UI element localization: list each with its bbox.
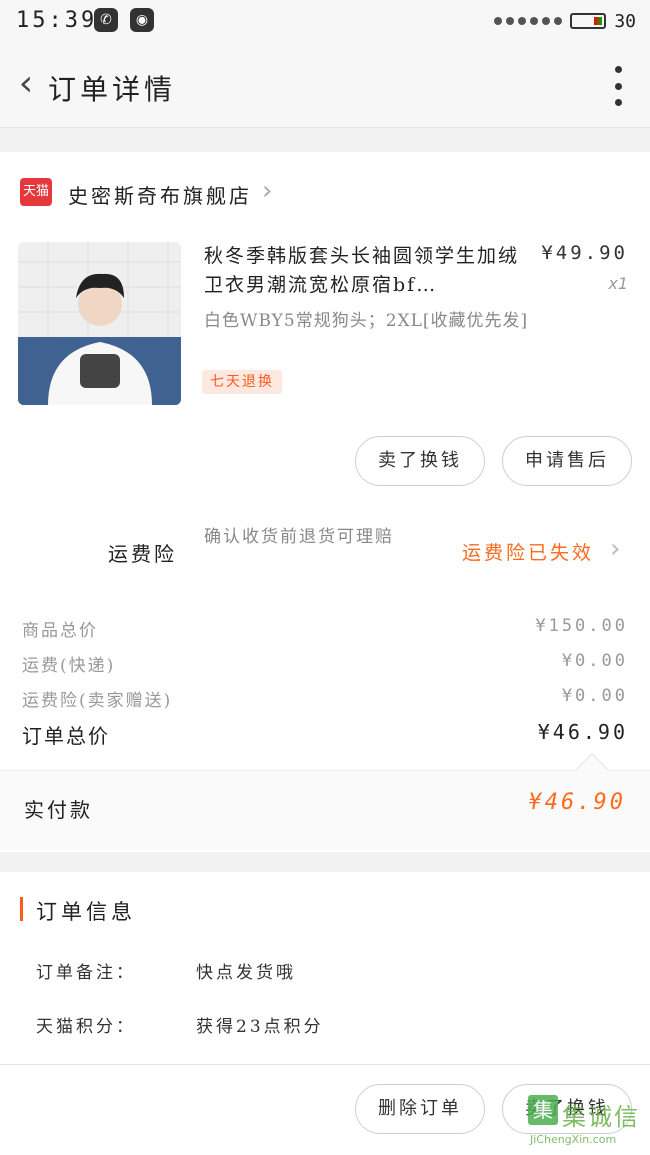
watermark-url: JiChengXin.com — [530, 1133, 617, 1146]
product-quantity: x1 — [608, 274, 628, 293]
actual-payment-label: 实付款 — [24, 798, 93, 822]
tmall-points-label: 天猫积分： — [36, 1017, 136, 1037]
order-note-label: 订单备注： — [36, 963, 136, 983]
goods-total-row: 商品总价 ¥150.00 — [22, 616, 628, 641]
tmall-logo-icon: 天猫 — [20, 178, 52, 206]
goods-total-label: 商品总价 — [22, 621, 98, 641]
shipping-fee-row: 运费(快递) ¥0.00 — [22, 651, 628, 676]
qq-icon: ◉ — [130, 8, 154, 32]
status-bar: 15:39 ✆ ◉ 30 — [0, 0, 650, 42]
after-sale-button[interactable]: 申请售后 — [502, 436, 632, 486]
watermark-logo: 集 集诚信 JiChengXin.com — [528, 1095, 646, 1151]
chevron-right-icon[interactable]: › — [262, 176, 272, 206]
shipping-insurance-status[interactable]: 运费险已失效 — [462, 538, 594, 565]
shipping-insurance-label: 运费险 — [108, 542, 177, 566]
watermark-mark: 集 — [528, 1095, 558, 1125]
product-title[interactable]: 秋冬季韩版套头长袖圆领学生加绒卫衣男潮流宽松原宿bf… — [204, 242, 524, 300]
watermark-text: 集诚信 — [562, 1103, 640, 1131]
battery-icon — [570, 13, 607, 29]
resell-button[interactable]: 卖了换钱 — [355, 436, 485, 486]
actual-payment-value: ¥46.90 — [528, 790, 626, 815]
status-time: 15:39 — [16, 8, 98, 33]
notification-icons — [494, 17, 563, 25]
page-title: 订单详情 — [48, 73, 177, 106]
shop-name[interactable]: 史密斯奇布旗舰店 — [68, 180, 252, 209]
delete-order-button[interactable]: 删除订单 — [355, 1084, 485, 1134]
back-icon[interactable]: ‹ — [8, 64, 44, 104]
order-note-value: 快点发货哦 — [196, 963, 296, 983]
tmall-points-value: 获得23点积分 — [196, 1017, 324, 1037]
product-spec: 白色WBY5常规狗头；2XL[收藏优先发] — [204, 311, 529, 331]
shipping-fee-value: ¥0.00 — [561, 651, 628, 671]
product-image — [18, 242, 181, 405]
shipping-insurance-description: 确认收货前退货可理赔 — [204, 527, 394, 547]
shipping-fee-label: 运费(快递) — [22, 656, 116, 676]
order-total-row: 订单总价 ¥46.90 — [22, 720, 628, 749]
order-total-label: 订单总价 — [22, 724, 110, 748]
more-options-icon[interactable] — [608, 66, 628, 106]
seven-day-return-badge: 七天退换 — [202, 370, 282, 394]
order-total-value: ¥46.90 — [537, 720, 628, 744]
chevron-right-icon[interactable]: › — [610, 534, 620, 564]
product-price: ¥49.90 — [541, 242, 628, 264]
insurance-fee-value: ¥0.00 — [561, 686, 628, 706]
battery-level: 30 — [614, 10, 636, 32]
insurance-fee-row: 运费险(卖家赠送) ¥0.00 — [22, 686, 628, 711]
insurance-fee-label: 运费险(卖家赠送) — [22, 691, 173, 711]
goods-total-value: ¥150.00 — [535, 616, 628, 636]
wechat-icon: ✆ — [94, 8, 118, 32]
status-right: 30 — [494, 8, 636, 34]
product-thumbnail[interactable] — [18, 242, 181, 405]
title-bar: ‹ 订单详情 — [0, 42, 650, 128]
section-accent-bar — [20, 897, 23, 921]
order-info-title: 订单信息 — [36, 900, 136, 924]
